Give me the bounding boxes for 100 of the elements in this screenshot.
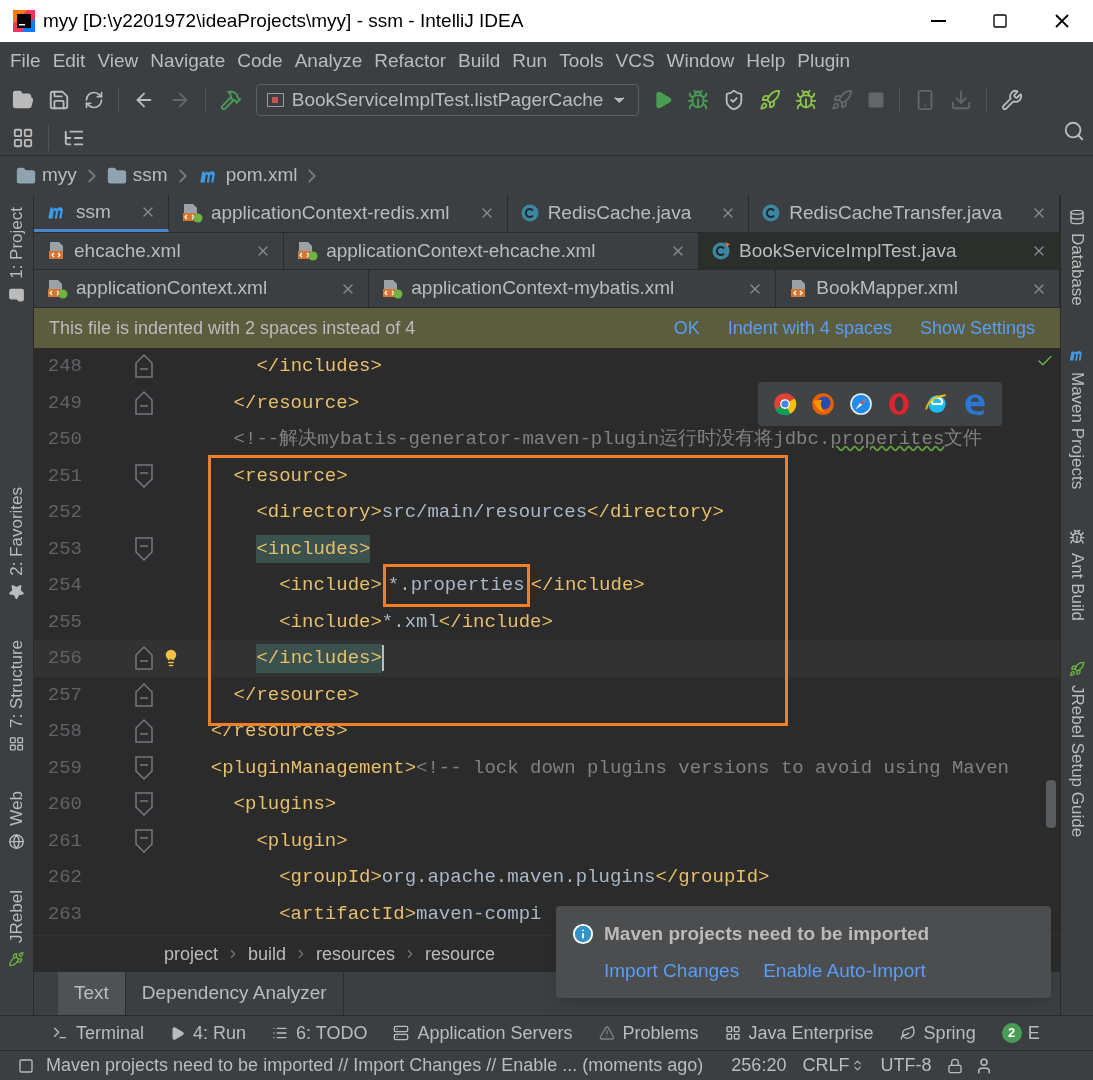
open-folder-icon[interactable] [12,89,34,111]
breadcrumb-item[interactable]: resource [425,940,496,968]
menu-item[interactable]: Window [660,46,741,76]
menu-item[interactable]: Refactor [368,46,453,76]
fold-marker-icon [134,827,154,854]
menu-item[interactable]: Help [740,46,792,76]
xml-tag: </includes> [256,352,382,381]
tool-window-button[interactable]: Spring [899,1019,976,1047]
browser-icon[interactable] [848,391,874,418]
tool-window-button[interactable]: Java Enterprise [724,1019,874,1047]
xml-tag: <directory> [256,498,382,527]
line-number: 249 [46,390,82,416]
menu-item[interactable]: Navigate [144,46,232,76]
rocket-icon[interactable] [759,89,781,111]
rocket-icon [8,951,25,967]
tag-content: *.properties [387,573,525,599]
editor-tab[interactable]: BookServiceImplTest.java [698,232,1060,270]
terminal-icon [52,1025,68,1041]
xml-tag: <plugin> [256,826,348,856]
folder-icon [8,286,25,303]
xml-tag: <resource> [233,461,348,491]
menu-item[interactable]: View [91,46,145,76]
line-number: 263 [46,901,82,927]
fold-marker-icon [134,353,154,380]
notification-link[interactable]: Enable Auto-Import [763,956,926,985]
view-tab[interactable]: Text [58,972,126,1015]
hammer-icon[interactable] [220,89,242,111]
bug-icon[interactable] [795,89,817,111]
xml-tag: <include> [279,571,382,600]
globe-icon [8,834,25,851]
line-number: 254 [46,573,82,599]
coverage-icon[interactable] [723,89,745,111]
info-icon [572,923,594,946]
menu-item[interactable]: Tools [553,46,610,76]
menu-item[interactable]: Edit [46,46,92,76]
tool-window-button[interactable]: 1: Project [0,207,34,303]
app-logo-icon [13,10,35,32]
browser-icon[interactable] [772,391,798,418]
run-icon[interactable] [653,90,673,110]
lock-icon[interactable] [947,1057,964,1074]
breadcrumb-item[interactable]: myy [16,161,81,190]
menu-item[interactable]: Code [231,46,289,76]
save-icon[interactable] [48,89,70,111]
menu-item[interactable]: VCS [609,46,661,76]
notification-link[interactable]: Import Changes [604,956,740,985]
debug-icon[interactable] [687,89,709,111]
menu-item[interactable]: Plugin [791,46,857,76]
breadcrumb-item[interactable]: project [164,940,219,968]
sync-icon[interactable] [84,90,104,110]
breadcrumb-item[interactable]: ssm [106,161,172,190]
breadcrumb-item[interactable]: build [248,940,287,968]
notification-title: Maven projects need to be imported [604,922,930,946]
xml-tag: </resource> [233,388,360,418]
xml-tag: <pluginManagement> [210,753,417,783]
menu-item[interactable]: File [4,46,47,76]
tool-window-button[interactable]: 4: Run [170,1019,247,1047]
run-configuration-dropdown[interactable]: BookServiceImplTest.listPagerCache [256,84,639,116]
tool-window-button[interactable]: 2: Favorites [0,486,34,600]
event-log-button[interactable]: 2 E [1001,1019,1040,1047]
tool-window-button[interactable]: 6: TODO [272,1019,368,1047]
search-icon[interactable] [1063,120,1085,142]
tool-window-button[interactable]: Database [1064,209,1090,306]
tool-window-button[interactable]: Terminal [52,1019,145,1047]
line-separator-selector[interactable]: CRLF [802,1052,865,1079]
tool-window-button[interactable]: Ant Build [1064,528,1090,621]
minimize-icon [930,20,946,22]
folder-icon [16,165,36,186]
tool-window-button[interactable]: Web [0,791,34,851]
tag-content: maven-compi [416,901,542,927]
run-icon [170,1025,186,1041]
wrench-icon[interactable] [1001,89,1023,111]
xml-tag: <includes> [256,534,371,564]
toggle-panel-icon[interactable] [18,1057,34,1074]
cursor-position[interactable]: 256:20 [731,1052,787,1079]
xml-file-icon [180,203,203,224]
tool-window-button[interactable]: Maven Projects [1064,345,1090,489]
xml-tag: </include> [530,571,645,600]
xml-file-icon [46,241,66,262]
browser-icon[interactable] [810,391,836,418]
maximize-icon [992,13,1008,29]
menu-item[interactable]: Build [452,46,507,76]
tool-window-button[interactable]: Application Servers [393,1019,573,1047]
encoding-selector[interactable]: UTF-8 [880,1052,932,1079]
breadcrumb-item[interactable]: pom.xml [197,161,302,190]
menu-item[interactable]: Analyze [288,46,369,76]
tool-window-button[interactable]: Problems [598,1019,699,1047]
class-file-icon [761,203,782,224]
project-structure-icon[interactable] [12,126,34,149]
view-tab[interactable]: Dependency Analyzer [125,972,344,1015]
xml-tag: </groupId> [655,863,770,892]
scrollbar-thumb[interactable] [1046,780,1056,829]
fold-marker-icon [134,754,154,781]
count-badge: 2 [1001,1023,1022,1043]
tool-window-button[interactable]: 7: Structure [0,639,34,752]
editor-tab[interactable]: ssm [34,195,169,232]
fold-marker-icon [134,681,154,708]
tool-window-button[interactable]: JRebel [0,890,34,967]
menu-item[interactable]: Run [506,46,554,76]
tool-window-button[interactable]: JRebel Setup Guide [1064,661,1090,838]
breadcrumb-item[interactable]: resources [316,940,396,968]
